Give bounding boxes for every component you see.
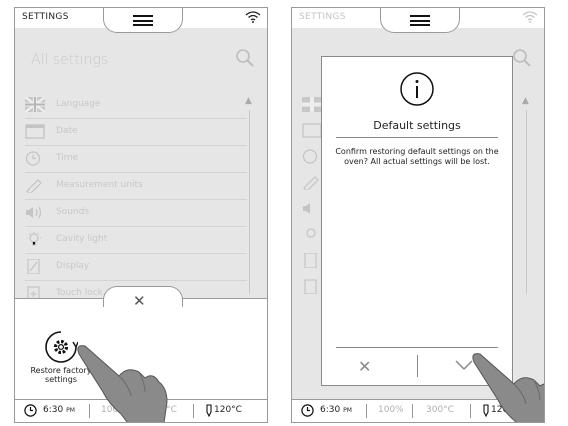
list-item[interactable]: Language (25, 92, 247, 119)
hand-pointer-icon (77, 345, 168, 422)
list-item-label: Measurement units (56, 180, 143, 190)
ruler-icon (303, 176, 319, 190)
menu-tab[interactable] (380, 8, 460, 33)
bulb-icon (27, 232, 41, 246)
chevron-up-icon: ▲ (522, 96, 529, 106)
calendar-icon (302, 123, 322, 138)
speaker-icon (303, 203, 310, 214)
ruler-icon (26, 179, 42, 193)
wifi-icon (522, 11, 538, 23)
oven-screen-right: SETTINGS ▲ Default settings Confirm rest… (291, 7, 545, 423)
clock-icon (302, 149, 318, 164)
header-title: SETTINGS (22, 12, 69, 22)
dialog-message: Confirm restoring default settings on th… (335, 147, 499, 166)
menu-icon[interactable] (410, 15, 430, 26)
chevron-up-icon[interactable]: ▲ (245, 96, 252, 106)
list-item-label: Cavity light (56, 234, 108, 244)
flag-icon (302, 97, 322, 112)
cancel-button[interactable]: ✕ (358, 357, 371, 376)
probe-temperature: 120°C (214, 405, 242, 415)
list-item-label: Date (56, 126, 78, 136)
list-item[interactable]: Cavity light (25, 227, 247, 254)
display-icon (27, 259, 40, 274)
scroll-track (526, 110, 527, 294)
search-field[interactable]: All settings (31, 52, 108, 68)
settings-list: Language Date Time Measurement units Sou… (25, 92, 247, 308)
clock-icon (24, 404, 37, 417)
oven-screen-left: SETTINGS All settings Language Date Time… (14, 7, 268, 423)
menu-icon[interactable] (133, 15, 153, 26)
time-value: 6:30 PM (43, 405, 75, 415)
clock-icon (25, 151, 41, 166)
header-title: SETTINGS (299, 12, 346, 22)
divider (336, 137, 498, 138)
time-value: 6:30 PM (320, 405, 352, 415)
bulb-icon (306, 228, 316, 238)
divider (417, 355, 418, 377)
info-icon (400, 72, 434, 106)
list-item[interactable]: Sounds (25, 200, 247, 227)
search-icon[interactable] (235, 48, 255, 68)
lock-icon (304, 279, 317, 294)
list-item-label: Display (56, 261, 90, 271)
list-item-label: Touch lock (56, 288, 103, 298)
default-settings-dialog: Default settings Confirm restoring defau… (321, 56, 513, 386)
search-icon (513, 49, 531, 67)
scrollbar: ▲ (522, 96, 530, 296)
dialog-title: Default settings (373, 119, 461, 132)
display-icon (304, 253, 317, 268)
close-icon[interactable]: ✕ (133, 292, 146, 310)
probe-icon (206, 404, 212, 417)
scrollbar[interactable]: ▲ (245, 96, 253, 296)
power-percent: 100% (378, 405, 404, 415)
list-item-label: Time (56, 153, 79, 163)
list-item[interactable]: Date (25, 119, 247, 146)
clock-icon (301, 404, 314, 417)
flag-icon (25, 97, 45, 112)
menu-tab[interactable] (103, 8, 183, 33)
list-item[interactable]: Display (25, 254, 247, 281)
calendar-icon (25, 124, 45, 139)
scroll-track (249, 110, 250, 294)
list-item[interactable]: Measurement units (25, 173, 247, 200)
wifi-icon (245, 11, 261, 23)
speaker-icon (26, 206, 42, 219)
list-item-label: Language (56, 99, 101, 109)
list-item-label: Sounds (56, 207, 90, 217)
list-item[interactable]: Time (25, 146, 247, 173)
hand-pointer-icon (472, 353, 544, 422)
oven-temperature: 300°C (426, 405, 454, 415)
